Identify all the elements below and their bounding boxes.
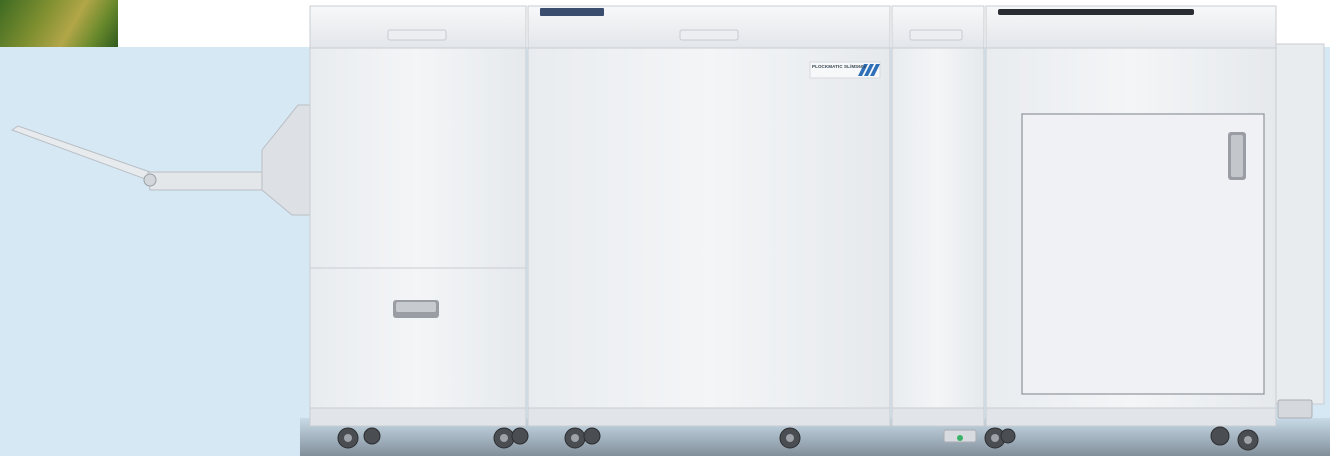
output-tray [10, 104, 313, 216]
bridge-module [891, 5, 985, 427]
caster-wheels [337, 426, 1259, 451]
brand-label: PLOCKMATIC SL/MS60x [812, 64, 867, 69]
printer-illustration [10, 5, 1325, 451]
brand-plate: PLOCKMATIC SL/MS60x [810, 62, 880, 78]
feeder-module-right [985, 5, 1325, 427]
finisher-module-left [309, 5, 527, 427]
